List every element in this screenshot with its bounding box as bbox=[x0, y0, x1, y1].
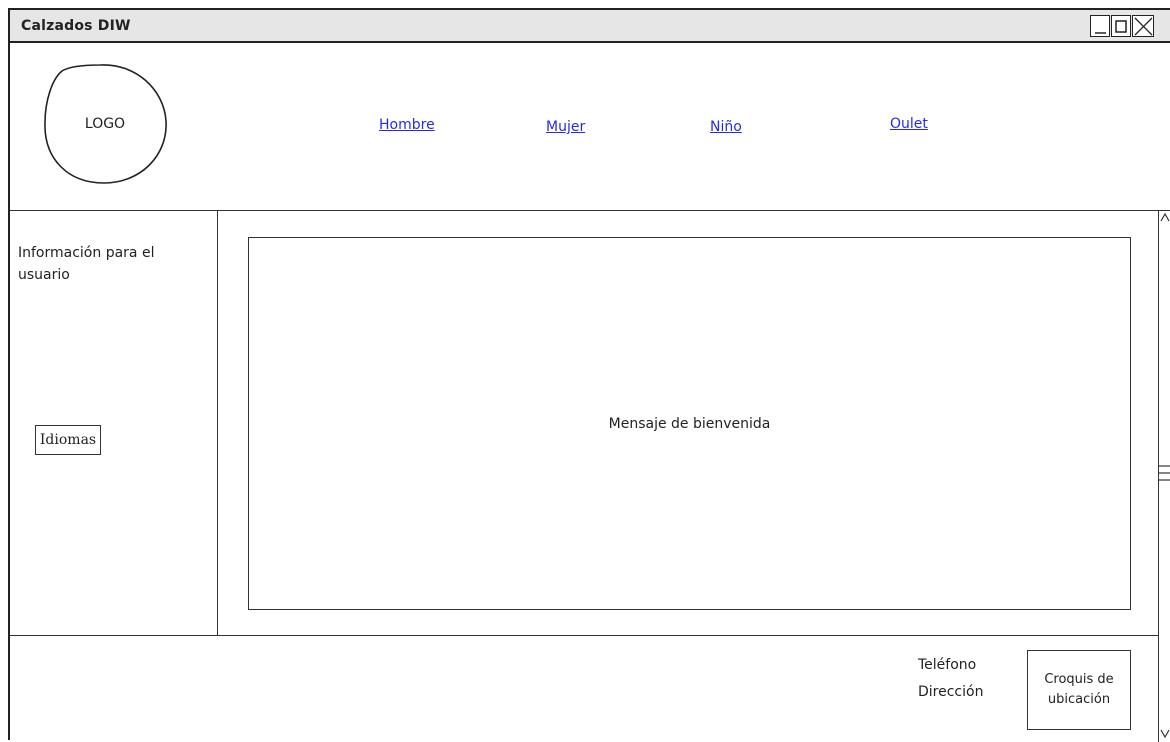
scroll-thumb[interactable] bbox=[1159, 463, 1170, 493]
minimize-icon bbox=[1095, 32, 1106, 34]
map-label: Croquis de ubicación bbox=[1044, 672, 1114, 707]
nav-link-nino[interactable]: Niño bbox=[710, 119, 742, 135]
address-label: Dirección bbox=[918, 684, 984, 700]
title-bar: Calzados DIW bbox=[10, 10, 1170, 43]
welcome-message: Mensaje de bienvenida bbox=[608, 415, 771, 432]
vertical-scrollbar[interactable] bbox=[1158, 211, 1170, 742]
language-button[interactable]: Idiomas bbox=[35, 425, 101, 455]
sidebar: Información para el usuario Idiomas bbox=[10, 211, 218, 636]
maximize-button[interactable] bbox=[1111, 15, 1131, 37]
location-map[interactable]: Croquis de ubicación bbox=[1027, 650, 1131, 730]
scroll-down-icon[interactable] bbox=[1159, 726, 1170, 740]
contact-info: Teléfono Dirección bbox=[918, 652, 983, 706]
close-button[interactable] bbox=[1132, 15, 1154, 37]
app-window: Calzados DIW LOGO Hombre Mujer Niño Oule… bbox=[8, 8, 1170, 742]
nav-link-hombre[interactable]: Hombre bbox=[379, 117, 435, 133]
phone-label: Teléfono bbox=[918, 657, 977, 673]
welcome-panel: Mensaje de bienvenida bbox=[248, 237, 1131, 610]
logo[interactable]: LOGO bbox=[40, 61, 170, 187]
site-header: LOGO Hombre Mujer Niño Oulet bbox=[10, 43, 1170, 211]
maximize-icon bbox=[1115, 20, 1127, 33]
nav-link-mujer[interactable]: Mujer bbox=[546, 119, 585, 135]
nav-link-oulet[interactable]: Oulet bbox=[890, 116, 928, 132]
scroll-up-icon[interactable] bbox=[1159, 211, 1170, 225]
user-info-text: Información para el usuario bbox=[18, 245, 155, 283]
window-title: Calzados DIW bbox=[21, 18, 131, 34]
close-icon bbox=[1134, 17, 1153, 36]
main-content: Mensaje de bienvenida bbox=[218, 211, 1158, 636]
logo-text: LOGO bbox=[84, 116, 126, 132]
minimize-button[interactable] bbox=[1090, 15, 1110, 37]
site-footer: Teléfono Dirección Croquis de ubicación bbox=[10, 636, 1158, 742]
